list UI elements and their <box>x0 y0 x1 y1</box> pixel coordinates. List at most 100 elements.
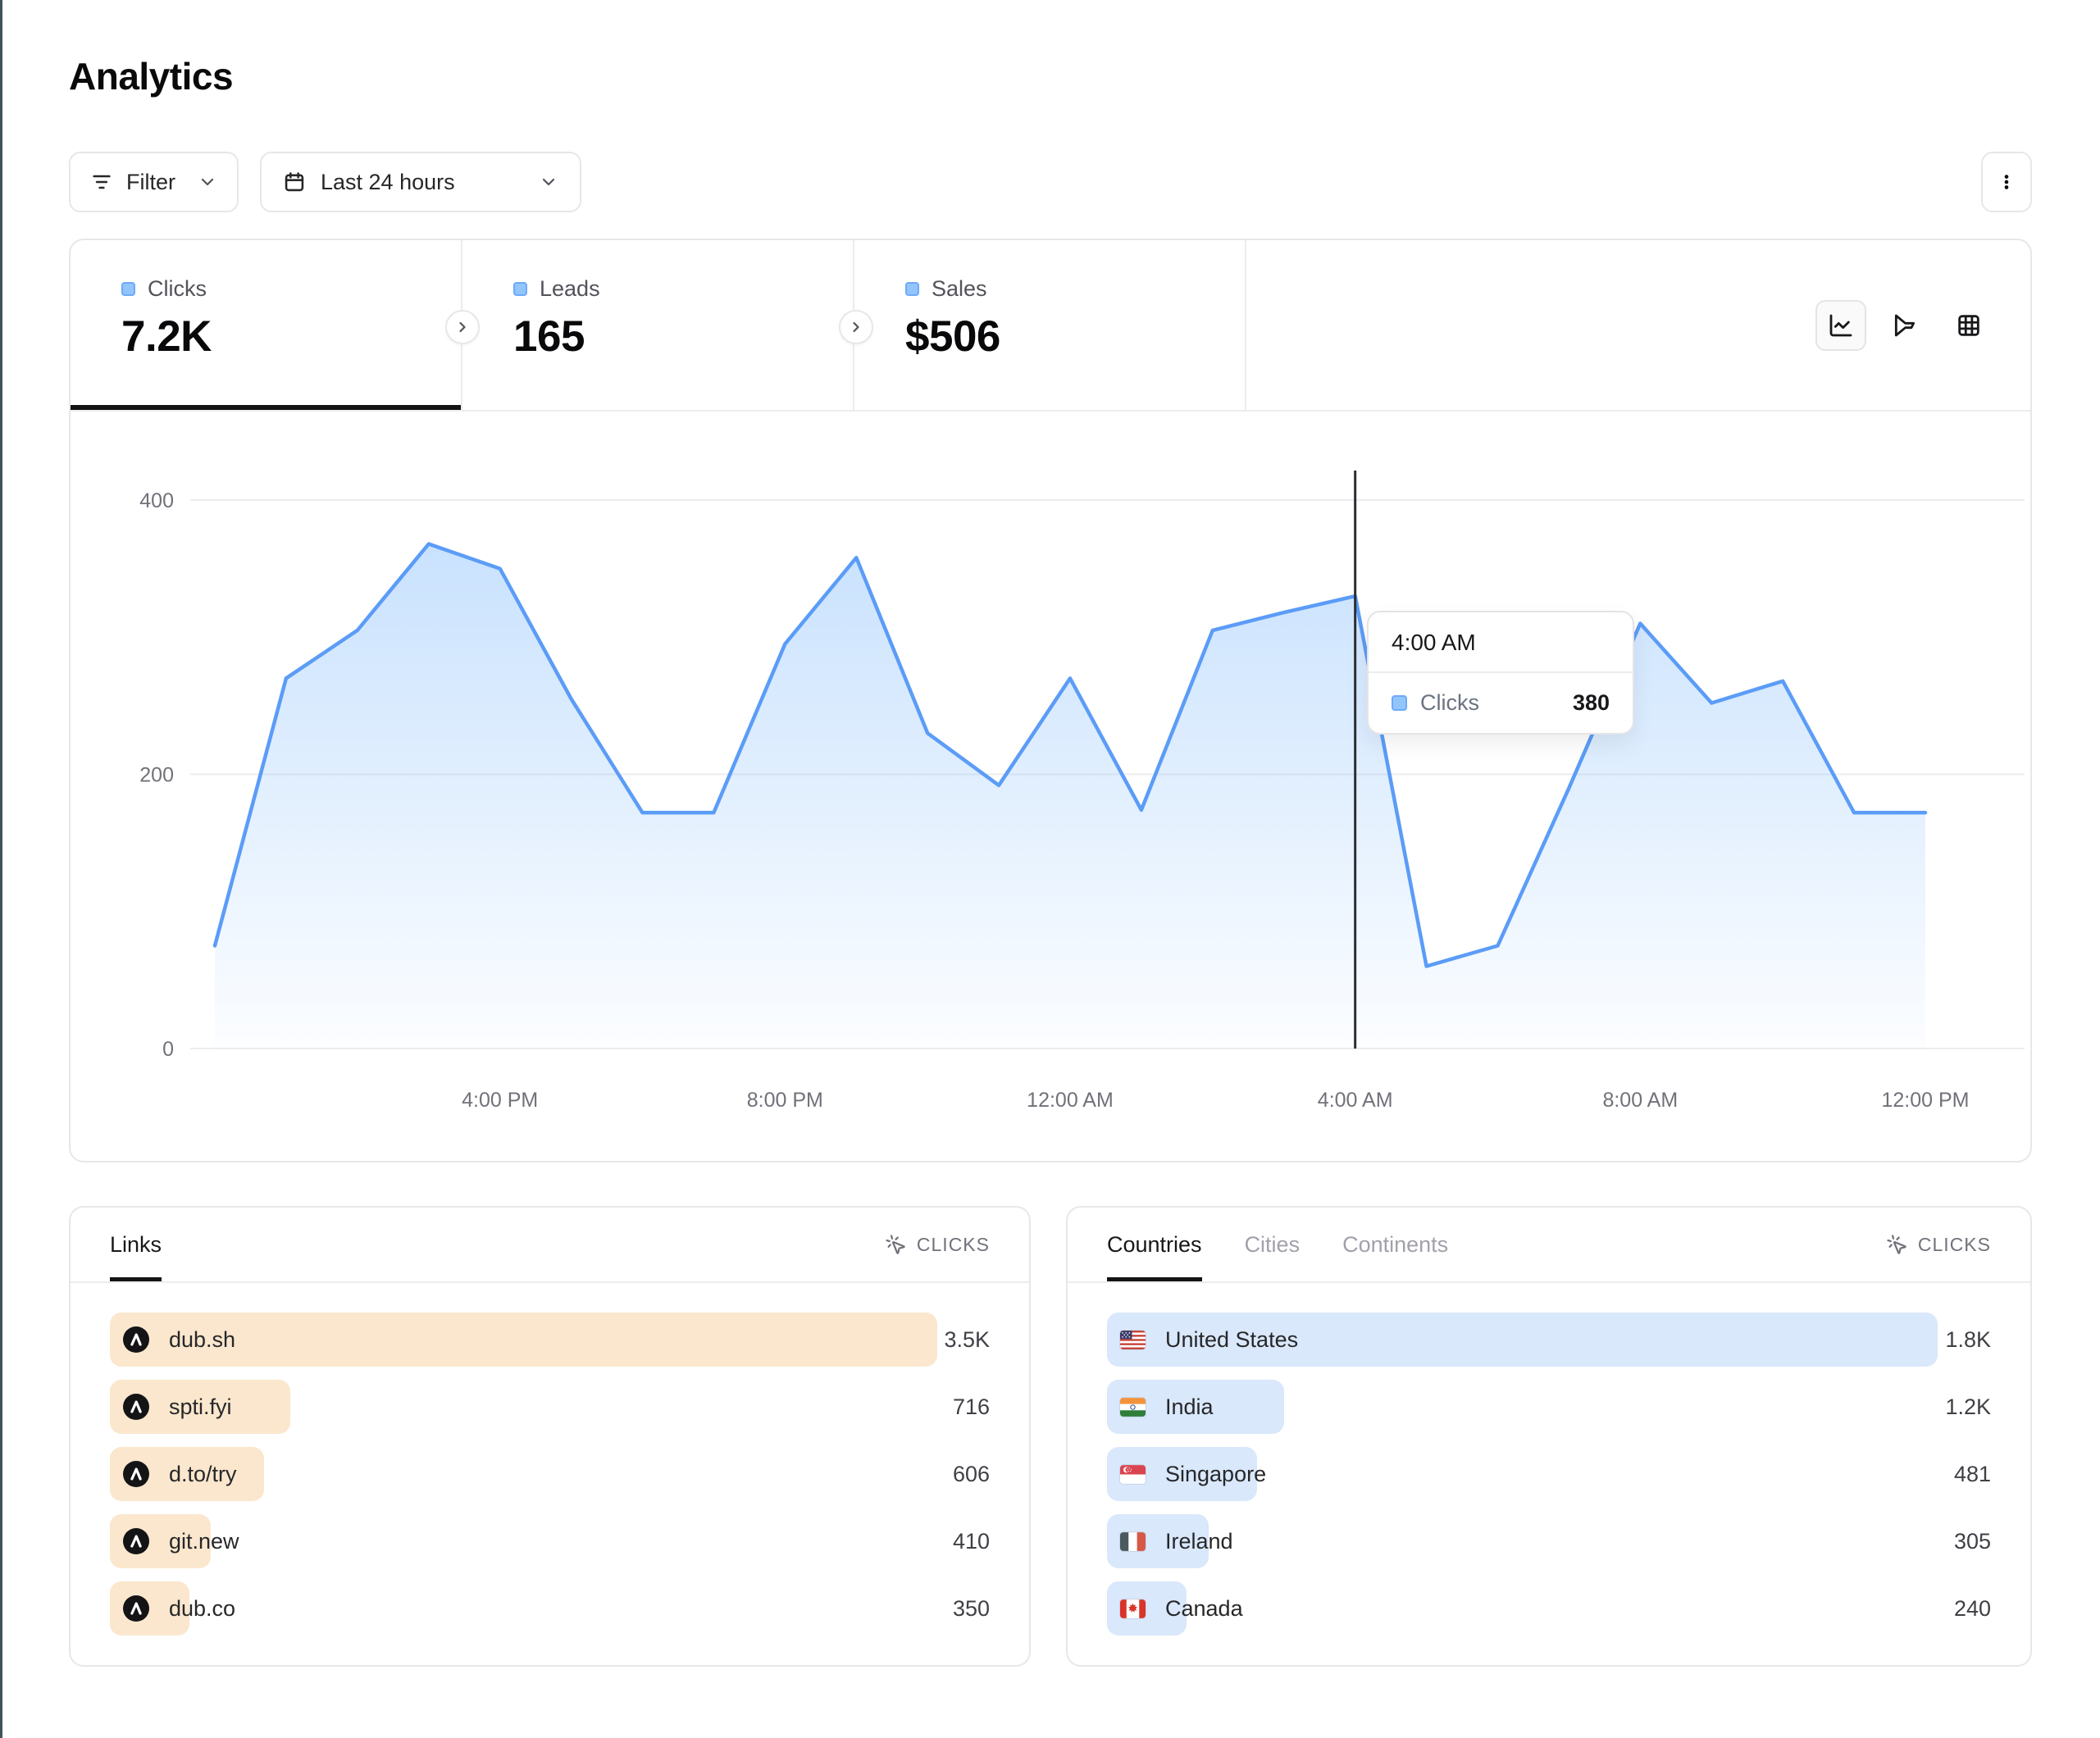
link-row[interactable]: git.new 410 <box>110 1514 990 1568</box>
clicks-metric-header[interactable]: CLICKS <box>1886 1208 1991 1281</box>
list-filter-icon <box>90 171 113 193</box>
link-label: d.to/try <box>169 1462 237 1487</box>
chart-plot-area[interactable]: 02004004:00 PM8:00 PM12:00 AM4:00 AM8:00… <box>71 412 2032 1162</box>
link-label: dub.sh <box>169 1327 235 1353</box>
date-range-label: Last 24 hours <box>321 170 455 195</box>
filter-button[interactable]: Filter <box>69 152 239 212</box>
funnel-icon <box>1892 312 1918 339</box>
countries-panel: Countries Cities Continents CLICKS Unite… <box>1066 1206 2032 1667</box>
calendar-icon <box>283 171 306 193</box>
table-icon <box>1956 312 1982 339</box>
flag-india-icon <box>1120 1398 1146 1417</box>
svg-text:12:00 PM: 12:00 PM <box>1881 1089 1969 1112</box>
chevron-down-icon <box>198 172 217 192</box>
countries-list: United States 1.8K India 1.2K Singapore … <box>1068 1283 2030 1636</box>
analytics-page: Analytics Filter Last 24 hours <box>69 0 2032 1738</box>
country-row[interactable]: Ireland 305 <box>1107 1514 1991 1568</box>
dub-logo-icon <box>123 1394 149 1420</box>
link-label: git.new <box>169 1529 239 1554</box>
tab-sales[interactable]: Sales $506 <box>854 240 1246 410</box>
line-chart-view-button[interactable] <box>1815 300 1866 351</box>
country-clicks: 1.8K <box>1945 1327 1991 1353</box>
clicks-area-chart[interactable]: 02004004:00 PM8:00 PM12:00 AM4:00 AM8:00… <box>71 412 2032 1162</box>
svg-text:400: 400 <box>139 489 174 512</box>
link-row[interactable]: dub.sh 3.5K <box>110 1313 990 1367</box>
links-list: dub.sh 3.5K spti.fyi 716 d.to/try 606 <box>71 1283 1029 1636</box>
link-label: spti.fyi <box>169 1394 232 1420</box>
country-row[interactable]: India 1.2K <box>1107 1380 1991 1434</box>
svg-text:0: 0 <box>162 1038 174 1061</box>
link-clicks: 410 <box>953 1529 990 1554</box>
tab-links[interactable]: Links <box>110 1208 162 1281</box>
svg-text:4:00 PM: 4:00 PM <box>462 1089 538 1112</box>
stat-label: Sales <box>932 276 987 302</box>
stat-label: Clicks <box>148 276 207 302</box>
stat-label: Leads <box>540 276 600 302</box>
clicks-metric-header[interactable]: CLICKS <box>885 1208 990 1281</box>
tab-clicks[interactable]: Clicks 7.2K <box>71 240 462 410</box>
tab-cities[interactable]: Cities <box>1245 1208 1301 1281</box>
line-chart-icon <box>1828 312 1854 339</box>
expand-leads-button[interactable] <box>839 310 873 344</box>
link-row[interactable]: d.to/try 606 <box>110 1447 990 1501</box>
country-clicks: 1.2K <box>1945 1394 1991 1420</box>
tooltip-legend-swatch <box>1392 695 1407 711</box>
link-row[interactable]: spti.fyi 716 <box>110 1380 990 1434</box>
tab-leads[interactable]: Leads 165 <box>462 240 854 410</box>
svg-text:8:00 PM: 8:00 PM <box>747 1089 823 1112</box>
countries-panel-header: Countries Cities Continents CLICKS <box>1068 1208 2030 1283</box>
country-label: Singapore <box>1165 1462 1266 1487</box>
link-clicks: 716 <box>953 1394 990 1420</box>
chevron-down-icon <box>539 172 558 192</box>
filter-label: Filter <box>126 170 175 195</box>
link-clicks: 606 <box>953 1462 990 1487</box>
table-view-button[interactable] <box>1943 300 1994 351</box>
metric-label: CLICKS <box>1918 1234 1991 1256</box>
link-clicks: 3.5K <box>944 1327 990 1353</box>
dub-logo-icon <box>123 1528 149 1554</box>
country-label: United States <box>1165 1327 1298 1353</box>
sales-legend-swatch <box>905 282 919 296</box>
clicks-legend-swatch <box>121 282 135 296</box>
link-label: dub.co <box>169 1596 235 1622</box>
dub-logo-icon <box>123 1461 149 1487</box>
links-panel-header: Links CLICKS <box>71 1208 1029 1283</box>
window-edge-line <box>0 0 2 1738</box>
sales-value: $506 <box>905 312 1245 362</box>
metric-label: CLICKS <box>917 1234 990 1256</box>
flag-singapore-icon <box>1120 1465 1146 1484</box>
tab-countries[interactable]: Countries <box>1107 1208 1202 1281</box>
dub-logo-icon <box>123 1595 149 1622</box>
svg-text:4:00 AM: 4:00 AM <box>1318 1089 1393 1112</box>
funnel-view-button[interactable] <box>1879 300 1930 351</box>
country-clicks: 305 <box>1954 1529 1991 1554</box>
kebab-menu-icon <box>1995 171 2018 193</box>
tooltip-time: 4:00 AM <box>1369 612 1633 673</box>
country-label: Ireland <box>1165 1529 1233 1554</box>
country-clicks: 481 <box>1954 1462 1991 1487</box>
flag-canada-icon <box>1120 1599 1146 1618</box>
tab-continents[interactable]: Continents <box>1342 1208 1448 1281</box>
country-clicks: 240 <box>1954 1596 1991 1622</box>
mouse-pointer-click-icon <box>885 1234 907 1256</box>
country-row[interactable]: Canada 240 <box>1107 1581 1991 1636</box>
country-row[interactable]: United States 1.8K <box>1107 1313 1991 1367</box>
more-options-button[interactable] <box>1981 152 2032 212</box>
chevron-right-icon <box>848 319 864 335</box>
tooltip-series-label: Clicks <box>1420 690 1479 716</box>
date-range-button[interactable]: Last 24 hours <box>260 152 581 212</box>
stats-tabs-row: Clicks 7.2K Leads 165 Sales $506 <box>71 240 2030 412</box>
expand-clicks-button[interactable] <box>445 310 480 344</box>
chart-tooltip: 4:00 AM Clicks 380 <box>1367 611 1634 735</box>
dub-logo-icon <box>123 1326 149 1353</box>
country-label: Canada <box>1165 1596 1243 1622</box>
link-row[interactable]: dub.co 350 <box>110 1581 990 1636</box>
country-row[interactable]: Singapore 481 <box>1107 1447 1991 1501</box>
svg-text:200: 200 <box>139 764 174 787</box>
clicks-value: 7.2K <box>121 312 461 362</box>
page-title: Analytics <box>69 54 233 98</box>
mouse-pointer-click-icon <box>1886 1234 1908 1256</box>
flag-ireland-icon <box>1120 1532 1146 1551</box>
toolbar: Filter Last 24 hours <box>69 152 2032 212</box>
flag-united-states-icon <box>1120 1331 1146 1349</box>
